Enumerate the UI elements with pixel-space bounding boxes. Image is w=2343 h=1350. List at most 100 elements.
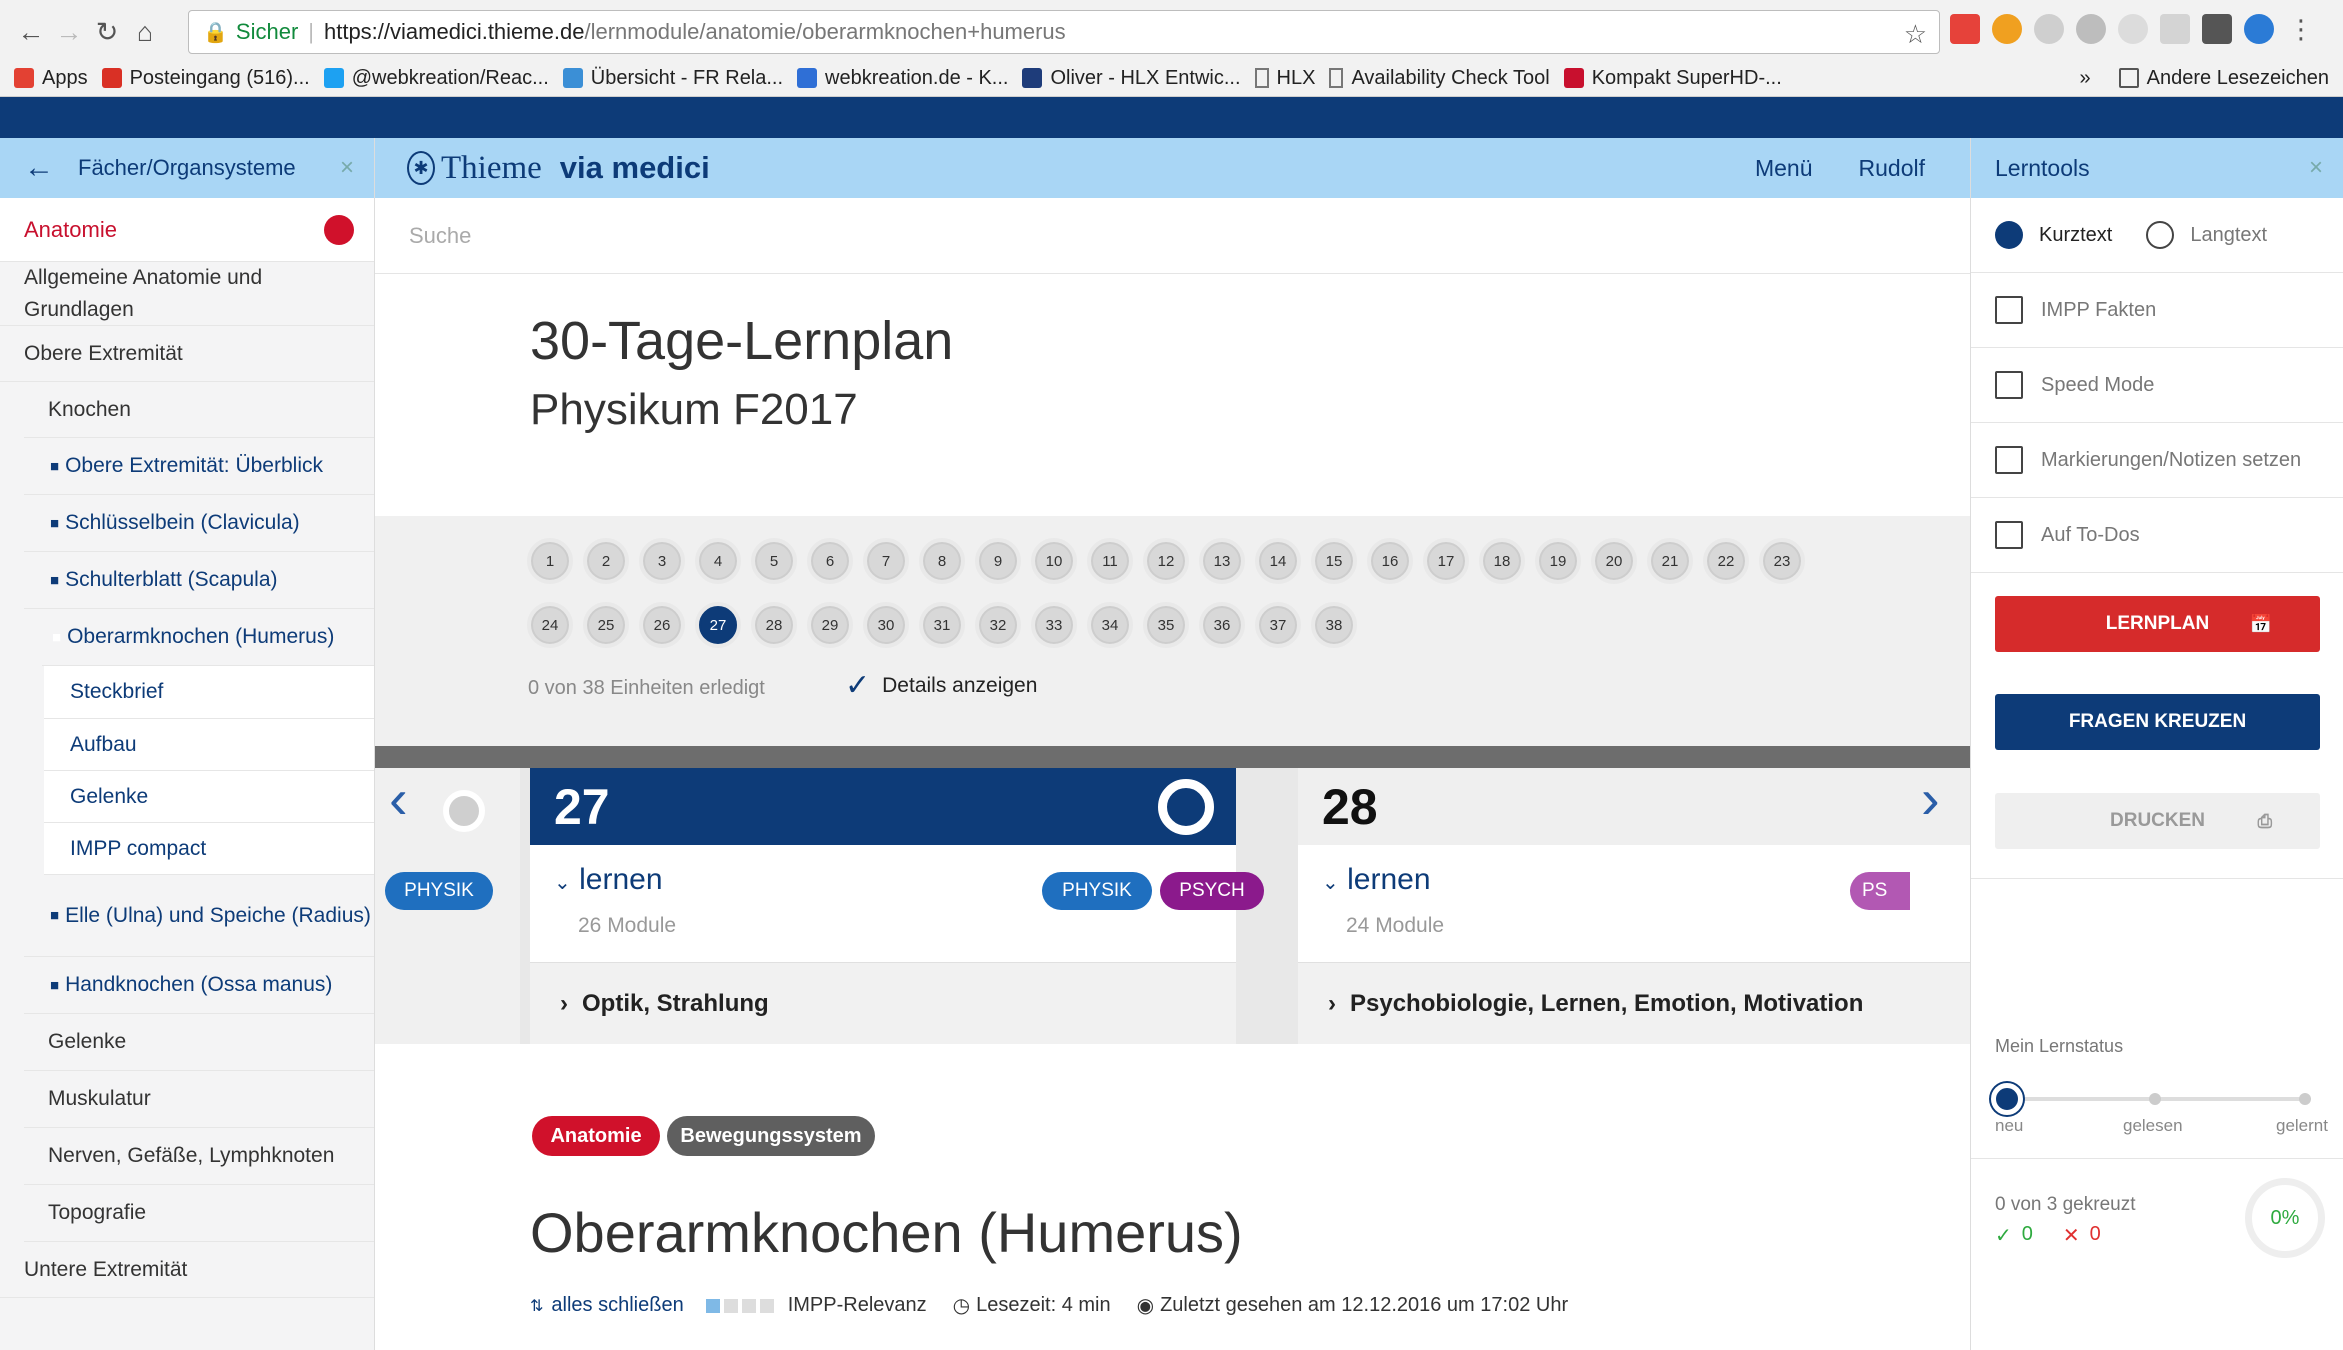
checkbox[interactable]: [1995, 446, 2023, 474]
day-circle[interactable]: 17: [1423, 538, 1469, 584]
thieme-logo[interactable]: ✱ Thieme via medici: [407, 150, 710, 187]
extension-icon[interactable]: [2160, 14, 2190, 44]
sidebar-item[interactable]: ■ Handknochen (Ossa manus): [24, 957, 374, 1014]
sidebar-item[interactable]: ■ Oberarmknochen (Humerus): [42, 609, 374, 666]
sidebar-item[interactable]: ■ Obere Extremität: Überblick: [24, 438, 374, 495]
day-circle[interactable]: 28: [751, 602, 797, 648]
bookmark-item[interactable]: @webkreation/Reac...: [323, 67, 549, 90]
more-vert-icon[interactable]: ⋮: [2286, 14, 2316, 44]
forward-icon[interactable]: →: [50, 13, 88, 51]
day-card-lernen[interactable]: ⌄ lernen: [1322, 863, 1431, 897]
bookmark-item[interactable]: webkreation.de - K...: [797, 67, 1008, 90]
extension-icon[interactable]: [2034, 14, 2064, 44]
extension-icon[interactable]: [1950, 14, 1980, 44]
day-circle[interactable]: 14: [1255, 538, 1301, 584]
sidebar-item[interactable]: Nerven, Gefäße, Lymphknoten: [24, 1128, 374, 1185]
extension-icon[interactable]: [2244, 14, 2274, 44]
address-bar[interactable]: 🔒 Sicher | https://viamedici.thieme.de /…: [188, 10, 1940, 54]
extension-icon[interactable]: [2076, 14, 2106, 44]
day-circle[interactable]: 19: [1535, 538, 1581, 584]
day-circle[interactable]: 18: [1479, 538, 1525, 584]
day-circle[interactable]: 7: [863, 538, 909, 584]
day-circle[interactable]: 16: [1367, 538, 1413, 584]
bookmark-item[interactable]: Übersicht - FR Rela...: [562, 67, 783, 90]
lernplan-button[interactable]: LERNPLAN 📅: [1995, 596, 2320, 652]
tag-anatomie[interactable]: Anatomie: [532, 1116, 660, 1156]
day-circle[interactable]: 6: [807, 538, 853, 584]
sidebar-item[interactable]: Steckbrief: [44, 666, 374, 719]
sidebar-item[interactable]: IMPP compact: [44, 823, 374, 875]
day-circle[interactable]: 32: [975, 602, 1021, 648]
collapse-all-link[interactable]: alles schließen: [551, 1294, 683, 1317]
day-circle[interactable]: 36: [1199, 602, 1245, 648]
tool-option[interactable]: Markierungen/Notizen setzen: [1971, 423, 2343, 498]
day-circle[interactable]: 8: [919, 538, 965, 584]
other-bookmarks[interactable]: Andere Lesezeichen: [2118, 67, 2329, 90]
day-circle[interactable]: 30: [863, 602, 909, 648]
slider-knob[interactable]: [1991, 1083, 2023, 1115]
day-circle[interactable]: 20: [1591, 538, 1637, 584]
day-circle[interactable]: 35: [1143, 602, 1189, 648]
tool-option[interactable]: IMPP Fakten: [1971, 273, 2343, 348]
tag-bewegungssystem[interactable]: Bewegungssystem: [667, 1116, 875, 1156]
day-circle[interactable]: 3: [639, 538, 685, 584]
sidebar-item[interactable]: Obere Extremität: [0, 326, 374, 382]
day-card-topic[interactable]: › Optik, Strahlung: [530, 962, 1236, 1044]
day-circle[interactable]: 25: [583, 602, 629, 648]
checkbox[interactable]: [1995, 296, 2023, 324]
extension-icon[interactable]: [1992, 14, 2022, 44]
day-circle[interactable]: 9: [975, 538, 1021, 584]
day-circle[interactable]: 21: [1647, 538, 1693, 584]
day-status-ring[interactable]: [1158, 778, 1214, 835]
day-circle[interactable]: 37: [1255, 602, 1301, 648]
day-circle[interactable]: 13: [1199, 538, 1245, 584]
day-circle[interactable]: 1: [527, 538, 573, 584]
eyedropper-icon[interactable]: [2202, 14, 2232, 44]
close-icon[interactable]: ×: [340, 154, 354, 182]
bookmarks-overflow[interactable]: »: [2080, 67, 2091, 90]
close-icon[interactable]: ×: [2309, 154, 2323, 182]
checkbox[interactable]: [1995, 371, 2023, 399]
day-circle[interactable]: 12: [1143, 538, 1189, 584]
day-circle[interactable]: 38: [1311, 602, 1357, 648]
day-circle[interactable]: 5: [751, 538, 797, 584]
tool-option[interactable]: Speed Mode: [1971, 348, 2343, 423]
day-card[interactable]: 28 ⌄ lernen 24 Module › Psychobiologie, L…: [1298, 768, 1970, 1044]
sidebar-item[interactable]: Gelenke: [24, 1014, 374, 1071]
day-circle[interactable]: 2: [583, 538, 629, 584]
chevron-right-icon[interactable]: ›: [1921, 766, 1940, 831]
day-circle[interactable]: 27: [695, 602, 741, 648]
sidebar-item[interactable]: ■ Schlüsselbein (Clavicula): [24, 495, 374, 552]
day-circle[interactable]: 33: [1031, 602, 1077, 648]
lernstatus-slider[interactable]: [1991, 1083, 2311, 1115]
back-icon[interactable]: ←: [12, 13, 50, 51]
search-input[interactable]: Suche: [375, 198, 1970, 274]
day-circle[interactable]: 24: [527, 602, 573, 648]
arrow-left-icon[interactable]: ←: [24, 151, 54, 185]
day-circle[interactable]: 29: [807, 602, 853, 648]
fragen-kreuzen-button[interactable]: FRAGEN KREUZEN: [1995, 694, 2320, 750]
sidebar-item[interactable]: Untere Extremität: [0, 1242, 374, 1298]
checkbox[interactable]: [1995, 521, 2023, 549]
extension-icon[interactable]: [2118, 14, 2148, 44]
kurztext-radio[interactable]: [1995, 221, 2023, 249]
day-circle[interactable]: 4: [695, 538, 741, 584]
day-circle[interactable]: 11: [1087, 538, 1133, 584]
day-circle[interactable]: 22: [1703, 538, 1749, 584]
bookmark-item[interactable]: Apps: [14, 67, 88, 90]
sidebar-item[interactable]: Knochen: [24, 382, 374, 438]
sidebar-item[interactable]: Muskulatur: [24, 1071, 374, 1128]
bookmark-item[interactable]: Kompakt SuperHD-...: [1563, 67, 1782, 90]
reload-icon[interactable]: ↻: [88, 13, 126, 51]
langtext-radio[interactable]: [2146, 221, 2175, 249]
details-toggle[interactable]: ✓ Details anzeigen: [845, 668, 1037, 703]
day-card[interactable]: 27 ⌄ lernen 26 Module PHYSIK PSYCH › Opti…: [530, 768, 1264, 1044]
sidebar-item[interactable]: ■ Elle (Ulna) und Speiche (Radius): [24, 875, 374, 957]
bookmark-item[interactable]: Oliver - HLX Entwic...: [1022, 67, 1241, 90]
day-circle[interactable]: 10: [1031, 538, 1077, 584]
bookmark-item[interactable]: HLX: [1254, 67, 1315, 90]
day-circle[interactable]: 15: [1311, 538, 1357, 584]
day-circle[interactable]: 34: [1087, 602, 1133, 648]
sidebar-item[interactable]: Aufbau: [44, 719, 374, 771]
sidebar-item[interactable]: ■ Schulterblatt (Scapula): [24, 552, 374, 609]
